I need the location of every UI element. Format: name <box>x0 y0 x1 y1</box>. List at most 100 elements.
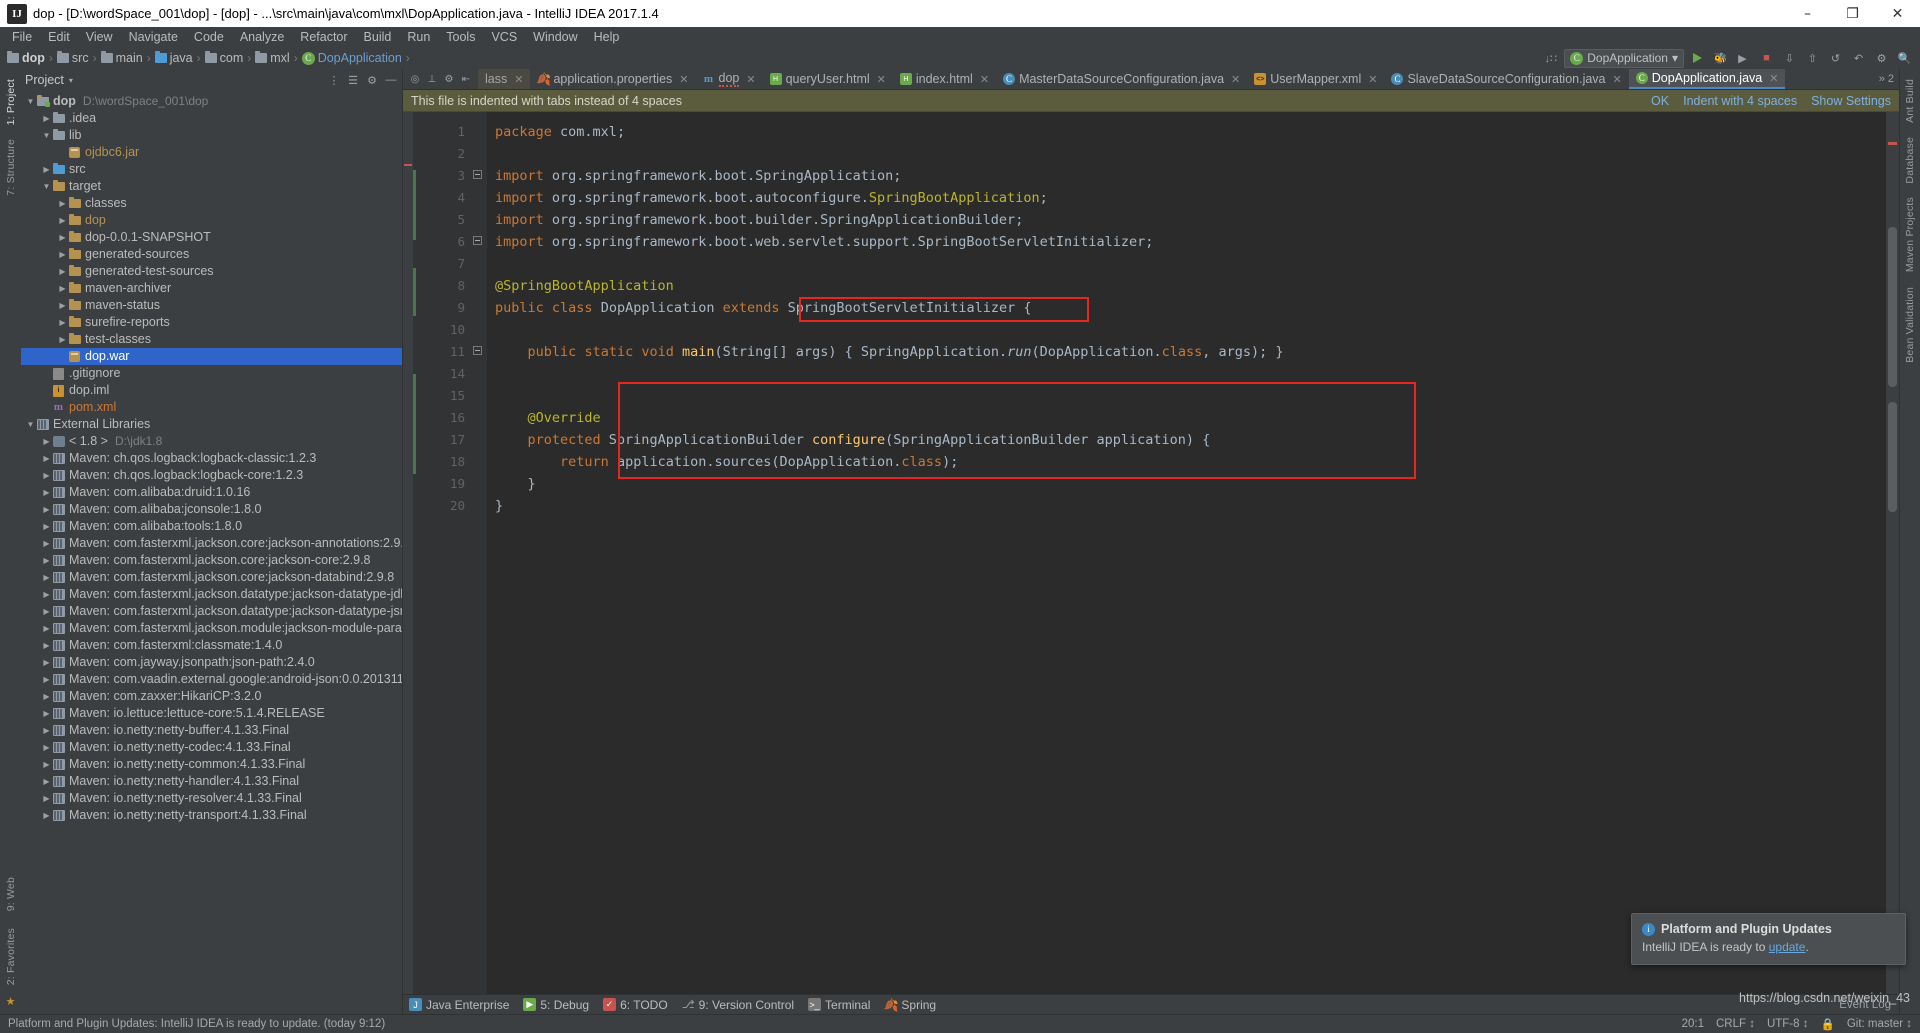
tree-node[interactable]: Maven: io.netty:netty-resolver:4.1.33.Fi… <box>21 790 402 807</box>
tree-node[interactable]: Maven: com.zaxxer:HikariCP:3.2.0 <box>21 688 402 705</box>
maximize-button[interactable]: ❐ <box>1830 0 1875 27</box>
code-line[interactable]: @SpringBootApplication <box>495 275 1886 297</box>
chevron-right-icon[interactable] <box>41 535 52 552</box>
vcs-revert-button[interactable]: ↶ <box>1849 49 1868 68</box>
breadcrumb-src[interactable]: src <box>54 51 92 65</box>
fold-slot[interactable] <box>473 407 487 429</box>
chevron-down-icon[interactable] <box>41 127 52 144</box>
menu-build[interactable]: Build <box>356 28 400 46</box>
tree-node[interactable]: Maven: com.fasterxml:classmate:1.4.0 <box>21 637 402 654</box>
chevron-right-icon[interactable] <box>41 501 52 518</box>
strip-button-favorites[interactable]: 2: Favorites <box>5 922 17 991</box>
locate-file-icon[interactable]: ◎ <box>408 72 422 86</box>
fold-slot[interactable] <box>473 187 487 209</box>
menu-vcs[interactable]: VCS <box>483 28 525 46</box>
tree-node[interactable]: dop <box>21 212 402 229</box>
menu-help[interactable]: Help <box>586 28 628 46</box>
chevron-right-icon[interactable] <box>41 620 52 637</box>
fold-slot[interactable] <box>473 231 487 253</box>
close-icon[interactable]: ✕ <box>980 73 989 86</box>
close-icon[interactable]: ✕ <box>1769 72 1778 85</box>
menu-code[interactable]: Code <box>186 28 232 46</box>
chevron-down-icon[interactable] <box>25 416 36 433</box>
menu-edit[interactable]: Edit <box>40 28 78 46</box>
close-icon[interactable]: ✕ <box>679 73 688 86</box>
chevron-right-icon[interactable] <box>57 331 68 348</box>
fold-slot[interactable] <box>473 429 487 451</box>
chevron-right-icon[interactable] <box>41 773 52 790</box>
editor-tab[interactable]: <> UserMapper.xml ✕ <box>1247 69 1384 89</box>
tree-node[interactable]: Maven: com.fasterxml.jackson.core:jackso… <box>21 552 402 569</box>
notification-popup[interactable]: i Platform and Plugin Updates IntelliJ I… <box>1631 913 1906 965</box>
tree-node[interactable]: Maven: com.fasterxml.jackson.core:jackso… <box>21 535 402 552</box>
run-button[interactable] <box>1688 49 1707 68</box>
chevron-right-icon[interactable] <box>41 807 52 824</box>
collapse-all-icon[interactable]: ⋮ <box>327 73 341 87</box>
code-folding-column[interactable] <box>473 112 487 994</box>
tree-node[interactable]: Maven: com.fasterxml.jackson.core:jackso… <box>21 569 402 586</box>
close-icon[interactable]: ✕ <box>746 73 755 86</box>
tree-node[interactable]: Maven: com.alibaba:druid:1.0.16 <box>21 484 402 501</box>
bottom-button-version-control[interactable]: ⎇ 9: Version Control <box>682 998 794 1012</box>
code-line[interactable] <box>495 253 1886 275</box>
chevron-right-icon[interactable] <box>41 790 52 807</box>
editor-tab[interactable]: C MasterDataSourceConfiguration.java ✕ <box>996 69 1247 89</box>
settings-gear-icon[interactable]: ⚙ <box>1872 49 1891 68</box>
close-icon[interactable]: ✕ <box>1613 73 1622 86</box>
close-icon[interactable]: ✕ <box>514 73 523 86</box>
caret-position[interactable]: 20:1 <box>1682 1018 1704 1030</box>
tree-node[interactable]: classes <box>21 195 402 212</box>
minimize-button[interactable]: – <box>1785 0 1830 27</box>
editor-tab[interactable]: m dop ✕ <box>696 69 763 89</box>
strip-button-web[interactable]: 9: Web <box>5 871 17 917</box>
breadcrumb-dop[interactable]: dop <box>4 51 48 65</box>
tree-node[interactable]: Maven: io.netty:netty-handler:4.1.33.Fin… <box>21 773 402 790</box>
tree-node[interactable]: Maven: com.jayway.jsonpath:json-path:2.4… <box>21 654 402 671</box>
gear-icon[interactable]: ⚙ <box>365 73 379 87</box>
tree-node[interactable]: surefire-reports <box>21 314 402 331</box>
code-line[interactable]: public class DopApplication extends Spri… <box>495 297 1886 319</box>
chevron-right-icon[interactable] <box>41 586 52 603</box>
code-content[interactable]: package com.mxl; import org.springframew… <box>487 112 1886 994</box>
chevron-right-icon[interactable] <box>41 722 52 739</box>
breadcrumb-dopapplication[interactable]: C DopApplication <box>299 51 405 65</box>
tree-node[interactable]: External Libraries <box>21 416 402 433</box>
tree-node[interactable]: src <box>21 161 402 178</box>
tree-node[interactable]: Maven: com.fasterxml.jackson.datatype:ja… <box>21 603 402 620</box>
banner-ok-link[interactable]: OK <box>1651 94 1669 108</box>
banner-settings-link[interactable]: Show Settings <box>1811 94 1891 108</box>
hide-panel-icon[interactable]: — <box>384 73 398 87</box>
editor-scrollbar[interactable] <box>1886 112 1899 994</box>
close-icon[interactable]: ✕ <box>1368 73 1377 86</box>
tree-node[interactable]: < 1.8 > D:\jdk1.8 <box>21 433 402 450</box>
stop-button[interactable]: ■ <box>1757 49 1776 68</box>
chevron-right-icon[interactable] <box>41 467 52 484</box>
fold-slot[interactable] <box>473 385 487 407</box>
bottom-button-spring[interactable]: 🍂 Spring <box>883 998 936 1012</box>
run-with-coverage-button[interactable]: ▶ <box>1734 49 1753 68</box>
lock-icon[interactable]: 🔒 <box>1820 1017 1834 1031</box>
code-line[interactable]: return application.sources(DopApplicatio… <box>495 451 1886 473</box>
code-line[interactable]: protected SpringApplicationBuilder confi… <box>495 429 1886 451</box>
chevron-right-icon[interactable] <box>57 297 68 314</box>
chevron-right-icon[interactable] <box>41 433 52 450</box>
bottom-button-terminal[interactable]: >_ Terminal <box>808 998 870 1012</box>
tree-node[interactable]: dop D:\wordSpace_001\dop <box>21 93 402 110</box>
settings-icon[interactable]: ⚙ <box>442 72 456 86</box>
breadcrumb-java[interactable]: java <box>152 51 196 65</box>
breadcrumb-main[interactable]: main <box>98 51 146 65</box>
code-line[interactable]: import org.springframework.boot.autoconf… <box>495 187 1886 209</box>
chevron-right-icon[interactable] <box>57 314 68 331</box>
menu-window[interactable]: Window <box>525 28 585 46</box>
line-number-gutter[interactable]: 1 2 3 4 5 6 7 8C9▶ 10 11▶ 14 15 16 17 18 19 20 <box>413 112 489 994</box>
code-line[interactable]: package com.mxl; <box>495 121 1886 143</box>
strip-button-maven-projects[interactable]: Maven Projects <box>1904 191 1916 278</box>
tree-node[interactable]: Maven: io.netty:netty-transport:4.1.33.F… <box>21 807 402 824</box>
tree-node[interactable]: Maven: com.vaadin.external.google:androi… <box>21 671 402 688</box>
tree-node[interactable]: generated-sources <box>21 246 402 263</box>
chevron-right-icon[interactable] <box>41 654 52 671</box>
breadcrumb-com[interactable]: com <box>202 51 247 65</box>
tree-node[interactable]: Maven: io.netty:netty-codec:4.1.33.Final <box>21 739 402 756</box>
fold-slot[interactable] <box>473 363 487 385</box>
fold-slot[interactable] <box>473 297 487 319</box>
